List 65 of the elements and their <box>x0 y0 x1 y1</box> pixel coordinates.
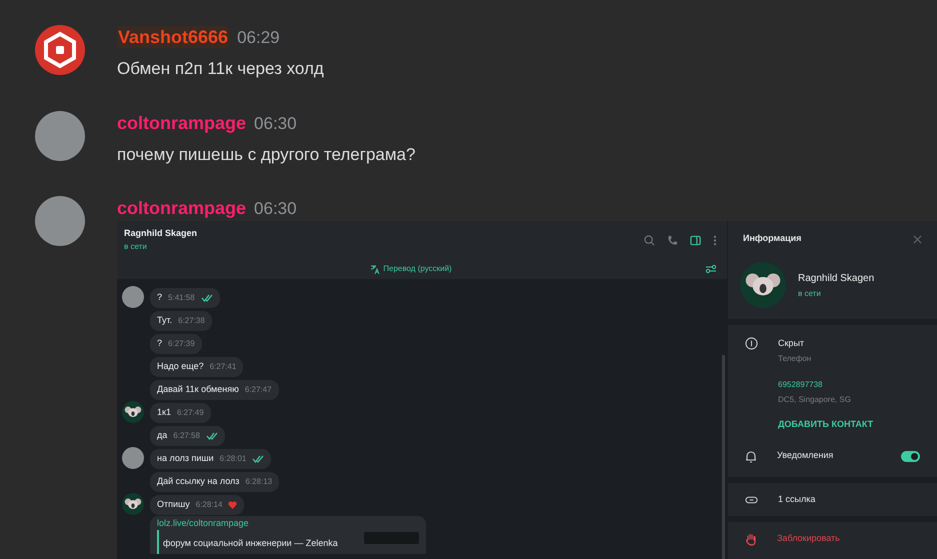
datacenter-label: DC5, Singapore, SG <box>778 394 852 406</box>
link[interactable]: lolz.live/coltonrampage <box>157 518 419 529</box>
translate-button[interactable]: Перевод (русский) <box>370 263 452 275</box>
close-icon[interactable] <box>913 234 922 244</box>
notifications-label: Уведомления <box>777 449 834 462</box>
phone-icon[interactable] <box>667 234 678 246</box>
message-time: 06:29 <box>237 27 280 49</box>
side-panel-icon[interactable] <box>690 234 701 246</box>
message-text: Дай ссылку на лолз <box>157 475 240 488</box>
message-text: Обмен п2п 11к через холд <box>117 58 324 80</box>
user-id[interactable]: 6952897738 <box>778 378 874 390</box>
message-time: 06:30 <box>254 198 297 220</box>
chat-title: Ragnhild Skagen <box>124 227 198 240</box>
phone-value: Скрыт <box>778 337 806 350</box>
avatar-koala-icon <box>122 401 144 423</box>
message-text: да <box>157 429 168 442</box>
info-icon <box>745 337 758 350</box>
message-time: 6:27:41 <box>210 361 236 373</box>
message-text: ? <box>157 337 162 350</box>
avatar-photo-placeholder <box>122 447 144 469</box>
avatar-photo-placeholder <box>35 196 85 246</box>
message-time: 6:27:38 <box>178 315 205 327</box>
add-contact-button[interactable]: ДОБАВИТЬ КОНТАКТ <box>778 418 874 431</box>
author-name[interactable]: Vanshot6666 <box>117 26 230 48</box>
message-text: Тут. <box>157 314 172 328</box>
avatar-koala-icon <box>122 493 144 515</box>
message-text: ? <box>157 291 162 304</box>
panel-title: Информация <box>743 232 802 246</box>
more-icon[interactable] <box>713 234 717 246</box>
links-count[interactable]: 1 ссылка <box>778 492 816 506</box>
block-button[interactable]: Заблокировать <box>777 532 840 546</box>
message-text: 1к1 <box>157 406 171 420</box>
bell-icon <box>745 450 757 462</box>
message-text: почему пишешь с другого телеграма? <box>117 144 416 166</box>
message-time: 5:41:58 <box>168 292 195 304</box>
author-name[interactable]: coltonrampage <box>117 112 246 134</box>
hand-icon <box>745 532 757 546</box>
chat-status: в сети <box>124 240 148 253</box>
preview-photo-placeholder <box>364 532 419 544</box>
avatar-logo-icon <box>35 25 85 75</box>
translate-icon <box>370 264 380 274</box>
message-text: Отпишу <box>157 498 190 512</box>
link-icon <box>745 496 758 504</box>
message-text: Надо еще? <box>157 360 204 374</box>
message-time: 6:28:14 <box>196 499 222 511</box>
message-time: 6:28:13 <box>245 476 272 488</box>
avatar-photo-placeholder <box>35 110 85 160</box>
search-icon[interactable] <box>644 234 655 246</box>
phone-label: Телефон <box>778 352 812 364</box>
link-preview-title: форум социальной инженерии — Zelenka <box>163 538 338 548</box>
notifications-toggle[interactable] <box>901 450 920 462</box>
message-time: 6:27:58 <box>173 430 200 442</box>
message-text: Давай 11к обменяю <box>157 383 239 396</box>
message-text: на лолз пиши <box>157 452 214 466</box>
message-time: 6:27:39 <box>168 338 195 350</box>
message-time: 6:27:47 <box>244 384 272 396</box>
profile-name: Ragnhild Skagen <box>798 272 874 286</box>
profile-koala-icon <box>740 262 786 308</box>
message-time: 06:30 <box>254 112 297 134</box>
message-time: 6:28:01 <box>220 453 246 465</box>
sliders-icon[interactable] <box>705 264 717 274</box>
avatar-photo-placeholder <box>122 286 144 308</box>
author-name[interactable]: coltonrampage <box>117 197 246 219</box>
profile-status: в сети <box>798 288 822 300</box>
message-time: 6:27:49 <box>176 407 204 419</box>
